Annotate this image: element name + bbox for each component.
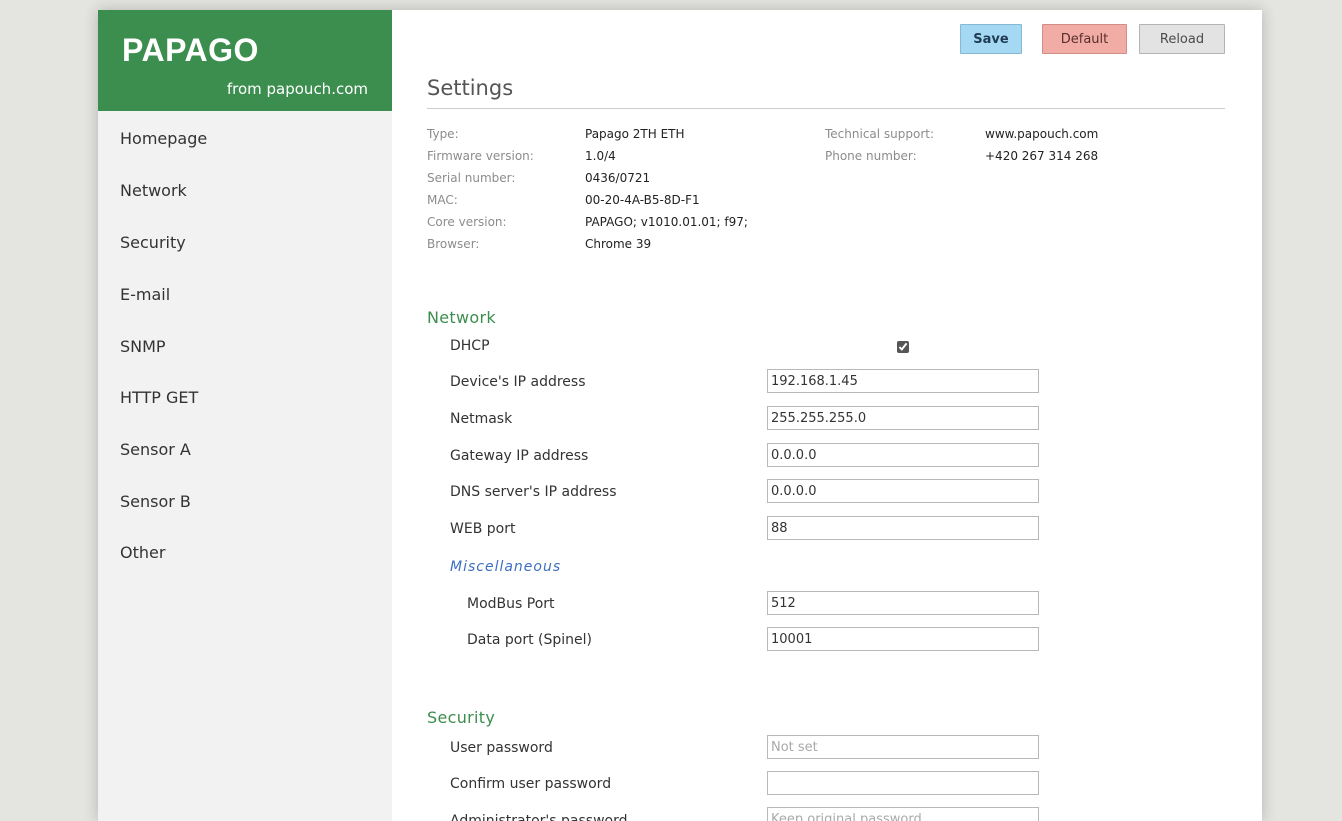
sidebar-item-http-get[interactable]: HTTP GET: [120, 388, 198, 407]
info-mac-value: 00-20-4A-B5-8D-F1: [585, 193, 700, 207]
network-section-title: Network: [427, 308, 496, 327]
info-browser-label: Browser:: [427, 237, 480, 251]
info-phone-value: +420 267 314 268: [985, 149, 1099, 163]
brand-subtitle: from papouch.com: [226, 80, 368, 98]
reload-button[interactable]: Reload: [1139, 24, 1225, 54]
admin-password-label: Administrator's password: [450, 813, 628, 821]
dns-ip-input[interactable]: [767, 479, 1039, 503]
data-port-input[interactable]: [767, 627, 1039, 651]
info-firmware-value: 1.0/4: [585, 149, 616, 163]
main-content: Save Default Reload Settings Type: Papag…: [427, 10, 1227, 821]
title-divider: [427, 108, 1225, 109]
info-serial-value: 0436/0721: [585, 171, 651, 185]
dns-ip-label: DNS server's IP address: [450, 484, 617, 500]
web-port-label: WEB port: [450, 521, 516, 537]
gateway-ip-input[interactable]: [767, 443, 1039, 467]
miscellaneous-subtitle: Miscellaneous: [450, 559, 562, 575]
page-title: Settings: [427, 76, 514, 100]
info-browser-value: Chrome 39: [585, 237, 652, 251]
netmask-input[interactable]: [767, 406, 1039, 430]
brand-header: PAPAGO from papouch.com: [98, 10, 392, 111]
save-button[interactable]: Save: [960, 24, 1022, 54]
admin-password-input[interactable]: [767, 807, 1039, 821]
dhcp-checkbox[interactable]: [897, 341, 909, 353]
info-serial-label: Serial number:: [427, 171, 516, 185]
brand-logo: PAPAGO: [122, 32, 259, 68]
sidebar-item-snmp[interactable]: SNMP: [120, 337, 166, 356]
security-section-title: Security: [427, 708, 496, 727]
sidebar: PAPAGO from papouch.com Homepage Network…: [98, 10, 392, 821]
netmask-label: Netmask: [450, 411, 513, 427]
modbus-port-label: ModBus Port: [467, 596, 555, 612]
info-type-value: Papago 2TH ETH: [585, 127, 685, 141]
info-core-label: Core version:: [427, 215, 507, 229]
sidebar-item-network[interactable]: Network: [120, 181, 187, 200]
sidebar-item-homepage[interactable]: Homepage: [120, 129, 207, 148]
user-password-input[interactable]: [767, 735, 1039, 759]
user-password-label: User password: [450, 740, 553, 756]
sidebar-item-sensor-a[interactable]: Sensor A: [120, 440, 191, 459]
info-firmware-label: Firmware version:: [427, 149, 534, 163]
info-mac-label: MAC:: [427, 193, 458, 207]
sidebar-item-sensor-b[interactable]: Sensor B: [120, 492, 191, 511]
info-support-label: Technical support:: [825, 127, 935, 141]
sidebar-item-security[interactable]: Security: [120, 233, 186, 252]
device-ip-input[interactable]: [767, 369, 1039, 393]
sidebar-item-email[interactable]: E-mail: [120, 285, 170, 304]
data-port-label: Data port (Spinel): [467, 632, 592, 648]
default-button[interactable]: Default: [1042, 24, 1127, 54]
web-port-input[interactable]: [767, 516, 1039, 540]
confirm-user-password-input[interactable]: [767, 771, 1039, 795]
sidebar-item-other[interactable]: Other: [120, 543, 165, 562]
page-frame: PAPAGO from papouch.com Homepage Network…: [98, 10, 1262, 821]
info-support-value: www.papouch.com: [985, 127, 1099, 141]
device-ip-label: Device's IP address: [450, 374, 586, 390]
info-core-value: PAPAGO; v1010.01.01; f97;: [585, 215, 748, 229]
confirm-user-password-label: Confirm user password: [450, 776, 612, 792]
gateway-ip-label: Gateway IP address: [450, 448, 589, 464]
info-phone-label: Phone number:: [825, 149, 917, 163]
modbus-port-input[interactable]: [767, 591, 1039, 615]
info-type-label: Type:: [427, 127, 459, 141]
dhcp-label: DHCP: [450, 338, 490, 354]
